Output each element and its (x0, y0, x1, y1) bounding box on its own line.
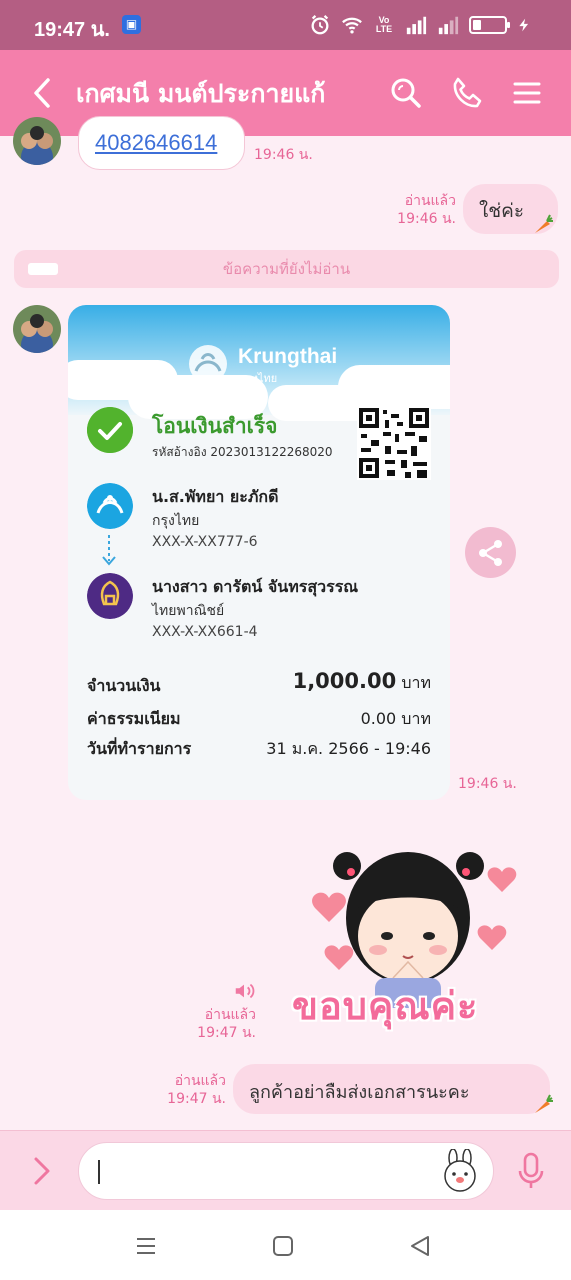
message-bubble-reminder[interactable]: ลูกค้าอย่าลืมส่งเอกสารนะคะ (233, 1064, 550, 1114)
microphone-icon[interactable] (517, 1151, 545, 1191)
contact-avatar[interactable] (13, 305, 61, 353)
carrot-icon (535, 214, 553, 233)
notification-app-icon: ▣ (122, 15, 141, 34)
message-meta: อ่านแล้ว 19:47 น. (150, 1072, 226, 1108)
carrot-icon (535, 1094, 553, 1113)
date-value: 31 ม.ค. 2566 - 19:46 (266, 739, 431, 758)
message-text: ใช่ค่ะ (479, 200, 525, 222)
qr-code-icon (357, 406, 431, 480)
volte-indicator: Vo LTE (375, 15, 393, 34)
read-receipt: อ่านแล้ว (174, 1073, 226, 1089)
krungthai-logo-icon (189, 345, 227, 383)
krungthai-brand: Krungthai กรุงไทย (238, 345, 337, 387)
chat-title: เกศมนี มนต์ประกายแก้ (76, 79, 326, 108)
sender-account: XXX-X-XX777-6 (152, 534, 258, 550)
alarm-icon (311, 15, 329, 35)
unread-divider-label: ข้อความที่ยังไม่อ่าน (222, 260, 351, 278)
scb-bank-icon (87, 573, 133, 619)
message-meta: อ่านแล้ว 19:46 น. (380, 192, 456, 228)
amount-row-value: 1,000.00 บาท (293, 669, 431, 696)
sender-bank: กรุงไทย (152, 513, 200, 529)
amount-label: จำนวนเงิน (87, 676, 161, 695)
status-bar: 19:47 น. ▣ Vo LTE (0, 0, 571, 50)
signal-icon-2 (438, 16, 459, 35)
arrow-down-icon (102, 535, 116, 566)
transfer-status: โอนเงินสำเร็จ (152, 414, 278, 438)
status-icons: Vo LTE (309, 12, 531, 38)
search-icon[interactable] (388, 75, 424, 111)
message-time: 19:47 น. (167, 1091, 226, 1107)
brand-name-en: Krungthai (238, 345, 338, 368)
amount-unit: บาท (401, 673, 431, 692)
sound-icon[interactable] (232, 980, 256, 1002)
chevron-right-icon[interactable] (32, 1155, 54, 1187)
battery-icon (469, 16, 510, 34)
read-receipt: อ่านแล้ว (404, 193, 456, 209)
brand-name-th: กรุงไทย (240, 373, 278, 385)
wifi-icon (342, 17, 362, 34)
date-label: วันที่ทำรายการ (87, 739, 192, 758)
back-nav-icon[interactable] (408, 1234, 432, 1258)
amount-value: 1,000.00 (292, 669, 397, 693)
message-time: 19:46 น. (458, 776, 517, 792)
system-nav-bar (0, 1210, 571, 1280)
sticker-caption: ขอบคุณค่ะ (292, 984, 479, 1028)
message-input[interactable] (78, 1142, 494, 1200)
share-button[interactable] (465, 527, 516, 578)
status-time: 19:47 น. (34, 19, 110, 41)
message-time: 19:46 น. (397, 211, 456, 227)
sender-name: น.ส.พัทยา ยะภักดี (152, 487, 279, 506)
message-time: 19:47 น. (197, 1025, 256, 1041)
message-bubble-number[interactable]: 4082646614 (78, 116, 245, 170)
home-icon[interactable] (271, 1234, 295, 1258)
text-caret (98, 1160, 100, 1184)
signal-icon-1 (406, 16, 427, 35)
fee-value: 0.00 บาท (360, 709, 431, 728)
unread-divider: ข้อความที่ยังไม่อ่าน (14, 250, 559, 288)
message-text: ลูกค้าอย่าลืมส่งเอกสารนะคะ (249, 1082, 470, 1103)
transfer-slip-image[interactable]: Krungthai กรุงไทย โอนเงินสำเร็จ รหัสอ้าง… (68, 305, 450, 800)
back-icon[interactable] (28, 76, 58, 110)
recent-apps-icon[interactable] (134, 1234, 158, 1258)
contact-avatar[interactable] (13, 117, 61, 165)
sticker-emoji-icon[interactable] (439, 1149, 483, 1193)
message-meta: อ่านแล้ว 19:47 น. (180, 1006, 256, 1042)
fee-label: ค่าธรรมเนียม (87, 709, 181, 728)
success-check-icon (87, 407, 133, 453)
krungthai-bank-icon (87, 483, 133, 529)
share-icon (479, 540, 502, 566)
message-time: 19:46 น. (254, 147, 313, 163)
receiver-name: นางสาว ดารัตน์ จันทรสุวรรณ (152, 577, 359, 596)
charging-icon (519, 18, 529, 32)
phone-number-link[interactable]: 4082646614 (95, 130, 217, 156)
call-icon[interactable] (449, 75, 485, 111)
receiver-bank: ไทยพาณิชย์ (152, 603, 225, 619)
message-input-bar (0, 1130, 571, 1210)
receiver-account: XXX-X-XX661-4 (152, 624, 258, 640)
tag-icon (28, 263, 58, 275)
transfer-reference: รหัสอ้างอิง 2023013122268020 (152, 445, 333, 459)
read-receipt: อ่านแล้ว (204, 1007, 256, 1023)
menu-icon[interactable] (509, 75, 545, 111)
